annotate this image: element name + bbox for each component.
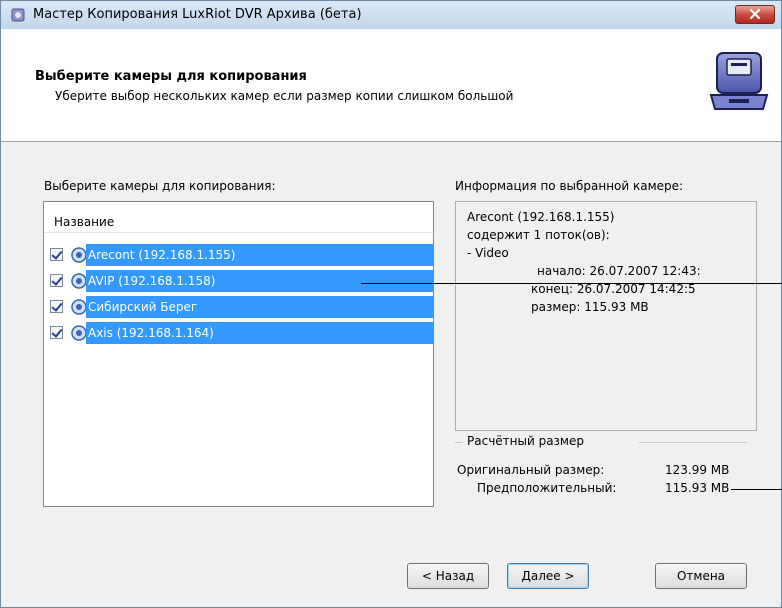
camera-info-box: Arecont (192.168.1.155) содержит 1 поток… <box>455 201 757 431</box>
info-start: начало: 26.07.2007 12:43: <box>537 264 701 278</box>
camera-list[interactable]: Название Arecont (192.168.1.155) AVIP (1… <box>43 201 434 507</box>
list-item[interactable]: Axis (192.168.1.164) <box>50 322 433 344</box>
callout-line-size <box>731 489 782 490</box>
info-end: конец: 26.07.2007 14:42:5 <box>531 282 696 296</box>
title-bar[interactable]: Мастер Копирования LuxRiot DVR Архива (б… <box>1 1 781 30</box>
info-camera-name: Arecont (192.168.1.155) <box>467 210 615 224</box>
camera-label: AVIP (192.168.1.158) <box>86 270 433 292</box>
callout-line-camera <box>361 283 782 284</box>
group-divider-right <box>639 442 747 443</box>
window-title: Мастер Копирования LuxRiot DVR Архива (б… <box>33 7 362 22</box>
info-size: размер: 115.93 MB <box>531 300 649 314</box>
camera-checkbox[interactable] <box>50 274 63 287</box>
close-icon <box>749 8 761 20</box>
list-item[interactable]: AVIP (192.168.1.158) <box>50 270 433 292</box>
list-item[interactable]: Arecont (192.168.1.155) <box>50 244 433 266</box>
estimated-size-value: 115.93 MB <box>665 481 730 495</box>
camera-label: Axis (192.168.1.164) <box>86 322 433 344</box>
camera-checkbox[interactable] <box>50 326 63 339</box>
original-size-value: 123.99 MB <box>665 463 730 477</box>
original-size-label: Оригинальный размер: <box>457 463 605 477</box>
estimate-group-label: Расчётный размер <box>467 434 584 448</box>
camera-label: Сибирский Берег <box>86 296 433 318</box>
camera-checkbox[interactable] <box>50 248 63 261</box>
wizard-header: Выберите камеры для копирования Уберите … <box>1 29 781 142</box>
cancel-button[interactable]: Отмена <box>655 563 747 589</box>
info-streams: содержит 1 поток(ов): <box>467 228 610 242</box>
wizard-window: Мастер Копирования LuxRiot DVR Архива (б… <box>0 0 782 608</box>
camera-label: Arecont (192.168.1.155) <box>86 244 433 266</box>
page-title: Выберите камеры для копирования <box>35 69 307 84</box>
next-button[interactable]: Далее > <box>507 563 589 589</box>
info-stream-type: - Video <box>467 246 509 260</box>
archive-device-icon <box>709 52 769 110</box>
cameras-section-label: Выберите камеры для копирования: <box>44 179 276 193</box>
close-button[interactable] <box>735 5 775 24</box>
info-section-label: Информация по выбранной камере: <box>455 179 684 193</box>
page-subtitle: Уберите выбор нескольких камер если разм… <box>55 89 514 103</box>
column-header-label: Название <box>54 215 115 229</box>
estimated-size-label: Предположительный: <box>477 481 617 495</box>
camera-checkbox[interactable] <box>50 300 63 313</box>
group-divider-left <box>455 442 463 443</box>
list-item[interactable]: Сибирский Берег <box>50 296 433 318</box>
column-header-name[interactable]: Название <box>44 202 433 233</box>
back-button[interactable]: < Назад <box>407 563 489 589</box>
app-icon <box>11 8 25 22</box>
